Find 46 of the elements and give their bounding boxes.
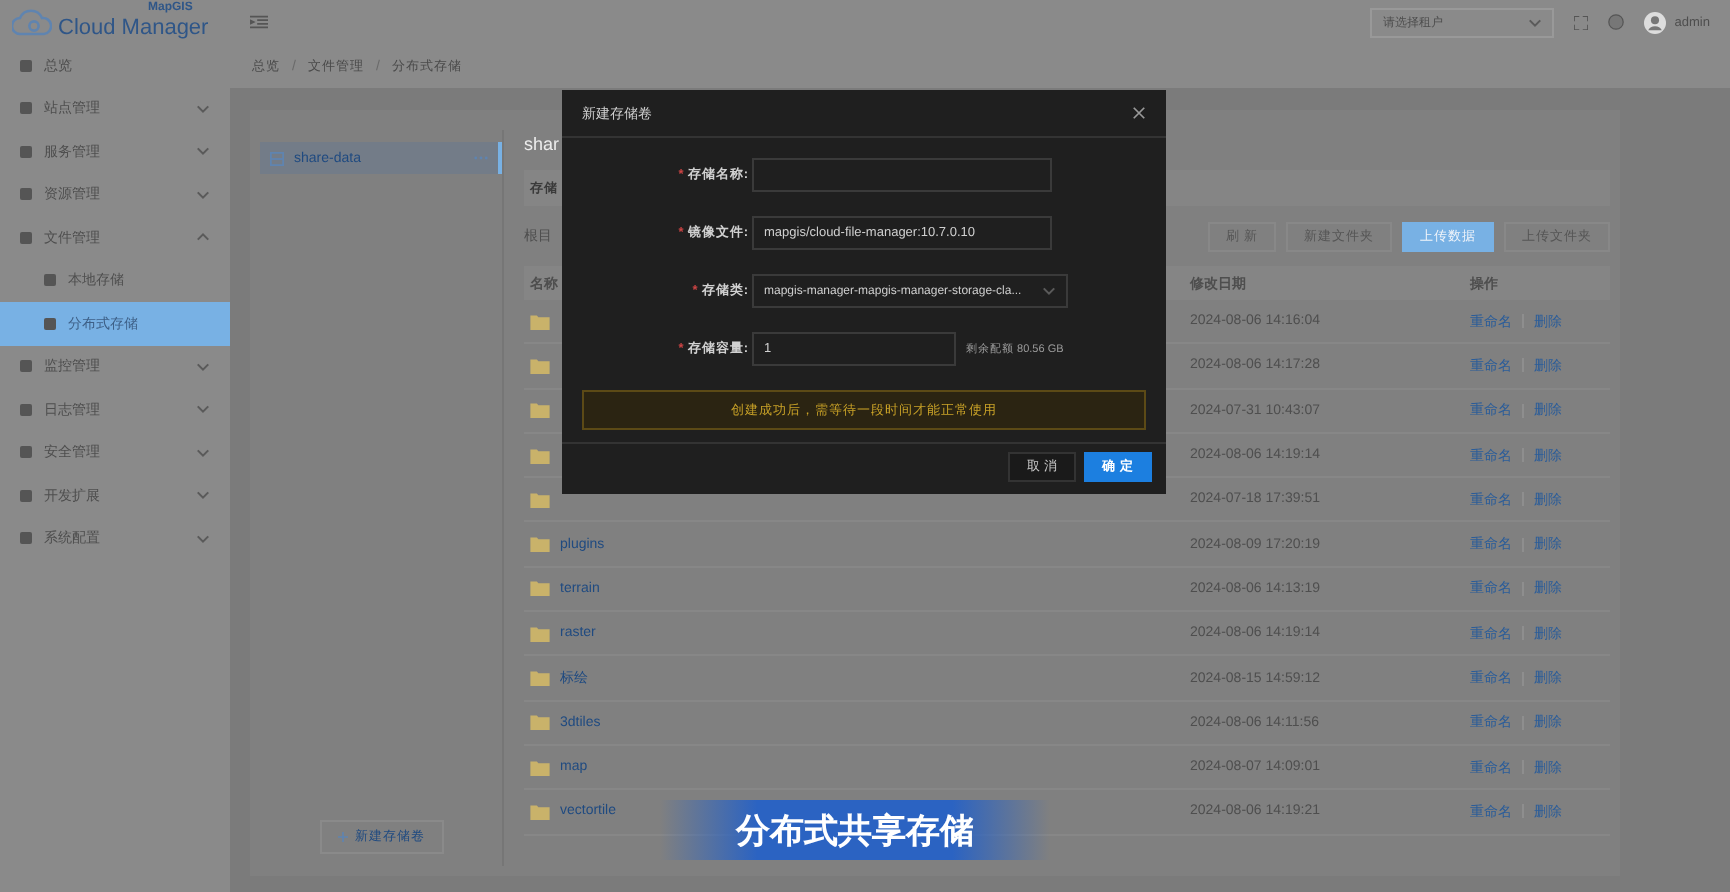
chevron-icon: [196, 146, 210, 157]
folder-icon: [530, 714, 550, 731]
folder-icon: [530, 803, 550, 820]
menu-item-icon: [20, 145, 32, 158]
folder-icon: [530, 313, 550, 330]
input-field[interactable]: [752, 158, 1052, 192]
folder-icon: [530, 670, 550, 687]
folder-icon: [530, 491, 550, 508]
chevron-icon: [196, 103, 210, 114]
chevron-icon: [196, 404, 210, 415]
plus-icon: [337, 832, 347, 842]
folder-icon: [530, 580, 550, 597]
menu-item-icon: [20, 403, 32, 416]
storage-icon: [270, 151, 284, 165]
avatar-icon[interactable]: [1644, 11, 1667, 33]
folder-icon: [530, 625, 550, 642]
storage-title: shar: [524, 134, 560, 158]
menu-item-icon: [20, 59, 32, 72]
menu-item-icon: [20, 532, 32, 545]
chevron-icon: [196, 490, 210, 501]
chevron-icon: [196, 533, 210, 544]
folder-icon: [530, 402, 550, 419]
chevron-icon: [196, 447, 210, 458]
menu-item-icon: [20, 188, 32, 201]
folder-icon: [530, 447, 550, 464]
menu-item-icon: [20, 102, 32, 115]
chevron-icon: [1042, 286, 1056, 296]
chevron-icon: [196, 232, 210, 243]
fullscreen-icon[interactable]: [1574, 15, 1589, 29]
menu-item-icon: [44, 274, 56, 287]
folder-icon: [530, 759, 550, 776]
menu-item-icon: [20, 446, 32, 459]
menu-item-icon: [20, 489, 32, 502]
folder-icon: [530, 536, 550, 553]
caption-banner: 分布式共享存储: [660, 800, 1050, 860]
menu-item-icon: [44, 317, 56, 330]
logo-text: Cloud Manager: [58, 15, 209, 39]
menu-item-icon: [20, 231, 32, 244]
chevron-icon: [1528, 17, 1543, 27]
menu-item-icon: [20, 360, 32, 373]
close-icon[interactable]: [1132, 106, 1146, 120]
chevron-icon: [196, 189, 210, 200]
folder-icon: [530, 357, 550, 374]
chevron-icon: [196, 361, 210, 372]
menu-icon[interactable]: [250, 14, 268, 30]
cloud-gear-logo-icon: [12, 8, 52, 36]
